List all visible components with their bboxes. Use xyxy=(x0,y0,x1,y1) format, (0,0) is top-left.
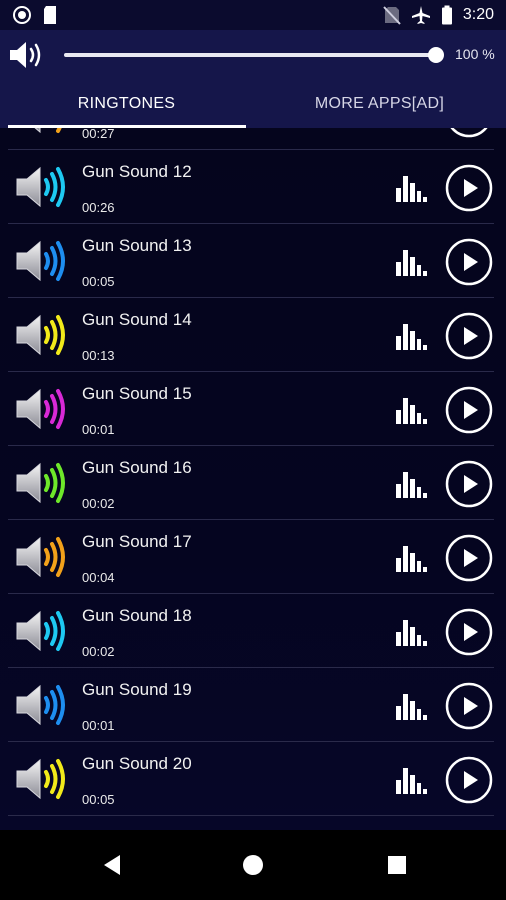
equalizer-icon[interactable] xyxy=(394,692,428,720)
ringtone-row[interactable]: Gun Sound 20 00:05 xyxy=(0,742,506,816)
volume-percent: 100 % xyxy=(455,46,495,62)
ringtone-row[interactable]: Gun Sound 16 00:02 xyxy=(0,446,506,520)
status-bar: 3:20 xyxy=(0,0,506,30)
speaker-icon xyxy=(16,240,65,282)
ringtone-duration: 00:05 xyxy=(82,792,115,807)
row-divider xyxy=(8,815,494,816)
ringtone-duration: 00:04 xyxy=(82,570,115,585)
tab-ringtones[interactable]: RINGTONES xyxy=(0,80,253,128)
equalizer-icon[interactable] xyxy=(394,396,428,424)
navigation-bar xyxy=(0,830,506,900)
equalizer-icon[interactable] xyxy=(394,248,428,276)
sd-card-icon xyxy=(44,6,56,24)
play-circle-icon[interactable] xyxy=(445,682,493,730)
ringtone-row[interactable]: Gun Sound 12 00:26 xyxy=(0,150,506,224)
ringtone-row[interactable]: Gun Sound 15 00:01 xyxy=(0,372,506,446)
speaker-icon xyxy=(16,758,65,800)
status-time: 3:20 xyxy=(462,6,494,23)
app-header: 100 % RINGTONES MORE APPS[AD] xyxy=(0,30,506,128)
ringtone-row[interactable]: 00:27 xyxy=(0,128,506,150)
ringtone-duration: 00:01 xyxy=(82,422,115,437)
speaker-icon xyxy=(16,610,65,652)
ringtone-name: Gun Sound 12 xyxy=(82,162,192,181)
play-circle-icon[interactable] xyxy=(445,128,493,138)
ringtone-name: Gun Sound 16 xyxy=(82,458,192,477)
ringtone-name: Gun Sound 15 xyxy=(82,384,192,403)
recents-square-icon[interactable] xyxy=(384,852,410,878)
speaker-icon xyxy=(16,314,65,356)
volume-slider-fill xyxy=(64,53,436,57)
ringtone-row[interactable]: Gun Sound 19 00:01 xyxy=(0,668,506,742)
equalizer-icon[interactable] xyxy=(394,174,428,202)
equalizer-icon[interactable] xyxy=(394,618,428,646)
ringtone-name: Gun Sound 20 xyxy=(82,754,192,773)
play-circle-icon[interactable] xyxy=(445,534,493,582)
volume-slider[interactable] xyxy=(64,47,444,63)
ringtone-row[interactable]: Gun Sound 14 00:13 xyxy=(0,298,506,372)
speaker-icon xyxy=(16,536,65,578)
play-circle-icon[interactable] xyxy=(445,312,493,360)
play-circle-icon[interactable] xyxy=(445,386,493,434)
equalizer-icon[interactable] xyxy=(394,470,428,498)
play-circle-icon[interactable] xyxy=(445,164,493,212)
ringtone-row[interactable]: Gun Sound 18 00:02 xyxy=(0,594,506,668)
airplane-mode-icon xyxy=(411,6,430,24)
battery-icon xyxy=(441,5,452,25)
ringtone-duration: 00:05 xyxy=(82,274,115,289)
ringtone-name: Gun Sound 19 xyxy=(82,680,192,699)
ringtone-row[interactable]: Gun Sound 17 00:04 xyxy=(0,520,506,594)
ringtone-duration: 00:02 xyxy=(82,496,115,511)
volume-speaker-icon[interactable] xyxy=(8,40,46,70)
home-circle-icon[interactable] xyxy=(240,852,266,878)
speaker-icon xyxy=(16,166,65,208)
notification-circle-icon xyxy=(13,6,31,24)
equalizer-icon[interactable] xyxy=(394,766,428,794)
back-triangle-icon[interactable] xyxy=(100,852,126,878)
tab-bar: RINGTONES MORE APPS[AD] xyxy=(0,80,506,128)
play-circle-icon[interactable] xyxy=(445,756,493,804)
no-sim-icon xyxy=(383,6,401,25)
equalizer-icon[interactable] xyxy=(394,322,428,350)
play-circle-icon[interactable] xyxy=(445,238,493,286)
volume-slider-thumb[interactable] xyxy=(428,47,444,63)
ringtone-duration: 00:27 xyxy=(82,128,115,141)
ringtone-name: Gun Sound 14 xyxy=(82,310,192,329)
speaker-icon xyxy=(16,684,65,726)
play-circle-icon[interactable] xyxy=(445,460,493,508)
speaker-icon xyxy=(34,128,62,134)
ringtone-list[interactable]: 00:27 Gun Sound 12 00:26 Gun Sound 13 00:05 G… xyxy=(0,128,506,830)
ringtone-name: Gun Sound 18 xyxy=(82,606,192,625)
ringtone-duration: 00:26 xyxy=(82,200,115,215)
equalizer-icon[interactable] xyxy=(394,544,428,572)
tab-more-apps[interactable]: MORE APPS[AD] xyxy=(253,80,506,128)
ringtone-row[interactable]: Gun Sound 13 00:05 xyxy=(0,224,506,298)
ringtone-name: Gun Sound 13 xyxy=(82,236,192,255)
speaker-icon xyxy=(16,462,65,504)
ringtone-duration: 00:01 xyxy=(82,718,115,733)
ringtone-name: Gun Sound 17 xyxy=(82,532,192,551)
play-circle-icon[interactable] xyxy=(445,608,493,656)
ringtone-duration: 00:02 xyxy=(82,644,115,659)
ringtone-list-content: 00:27 Gun Sound 12 00:26 Gun Sound 13 00:05 G… xyxy=(0,128,506,816)
volume-row: 100 % xyxy=(0,30,506,80)
ringtone-duration: 00:13 xyxy=(82,348,115,363)
speaker-icon xyxy=(16,388,65,430)
